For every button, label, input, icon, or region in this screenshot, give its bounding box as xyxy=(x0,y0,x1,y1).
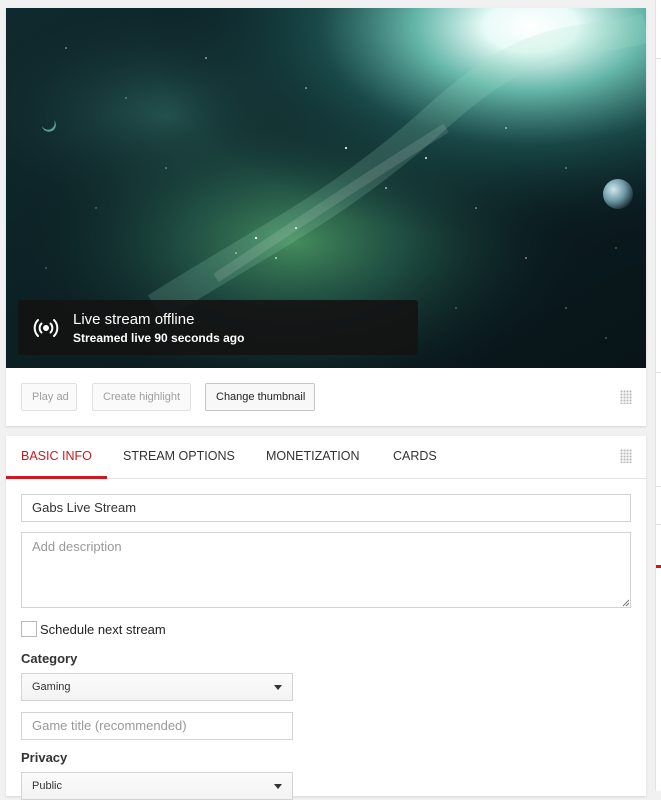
privacy-label: Privacy xyxy=(21,750,68,765)
create-highlight-button[interactable]: Create highlight xyxy=(92,383,191,411)
game-title-input[interactable]: Game title (recommended) xyxy=(21,712,293,740)
info-tabs: BASIC INFO STREAM OPTIONS MONETIZATION C… xyxy=(6,436,646,479)
play-ad-button[interactable]: Play ad xyxy=(21,383,77,411)
tab-basic-info[interactable]: BASIC INFO xyxy=(6,436,107,479)
resize-grip-icon[interactable] xyxy=(622,599,630,607)
description-textarea[interactable]: Add description xyxy=(21,532,631,608)
stream-title-input[interactable]: Gabs Live Stream xyxy=(21,494,631,522)
adjacent-active-indicator xyxy=(656,565,661,568)
stream-preview-card: Live stream offline Streamed live 90 sec… xyxy=(6,8,646,426)
stream-status-title: Live stream offline xyxy=(73,311,195,328)
privacy-select[interactable]: Public xyxy=(21,772,293,800)
stream-status-subtitle: Streamed live 90 seconds ago xyxy=(73,331,245,345)
privacy-selected-value: Public xyxy=(32,780,62,792)
schedule-next-stream-checkbox[interactable] xyxy=(21,621,37,637)
category-selected-value: Gaming xyxy=(32,681,71,693)
category-select[interactable]: Gaming xyxy=(21,673,293,701)
tab-monetization[interactable]: MONETIZATION xyxy=(266,436,360,479)
adjacent-divider xyxy=(656,58,661,59)
chevron-down-icon xyxy=(274,685,282,690)
stream-actions-bar: Play ad Create highlight Change thumbnai… xyxy=(6,368,646,426)
drag-handle-icon[interactable] xyxy=(620,449,632,463)
stream-info-card: BASIC INFO STREAM OPTIONS MONETIZATION C… xyxy=(6,436,646,800)
stream-thumbnail[interactable]: Live stream offline Streamed live 90 sec… xyxy=(6,8,646,368)
live-broadcast-icon xyxy=(33,319,59,337)
adjacent-divider xyxy=(656,372,661,373)
drag-handle-icon[interactable] xyxy=(620,390,632,404)
tab-stream-options[interactable]: STREAM OPTIONS xyxy=(123,436,235,479)
adjacent-panel-edge xyxy=(655,0,661,791)
chevron-down-icon xyxy=(274,784,282,789)
category-label: Category xyxy=(21,651,78,666)
stream-status-banner: Live stream offline Streamed live 90 sec… xyxy=(18,300,418,355)
schedule-next-stream-label[interactable]: Schedule next stream xyxy=(40,622,166,637)
change-thumbnail-button[interactable]: Change thumbnail xyxy=(205,383,315,411)
adjacent-divider xyxy=(656,486,661,487)
tab-cards[interactable]: CARDS xyxy=(393,436,437,479)
adjacent-divider xyxy=(656,524,661,525)
